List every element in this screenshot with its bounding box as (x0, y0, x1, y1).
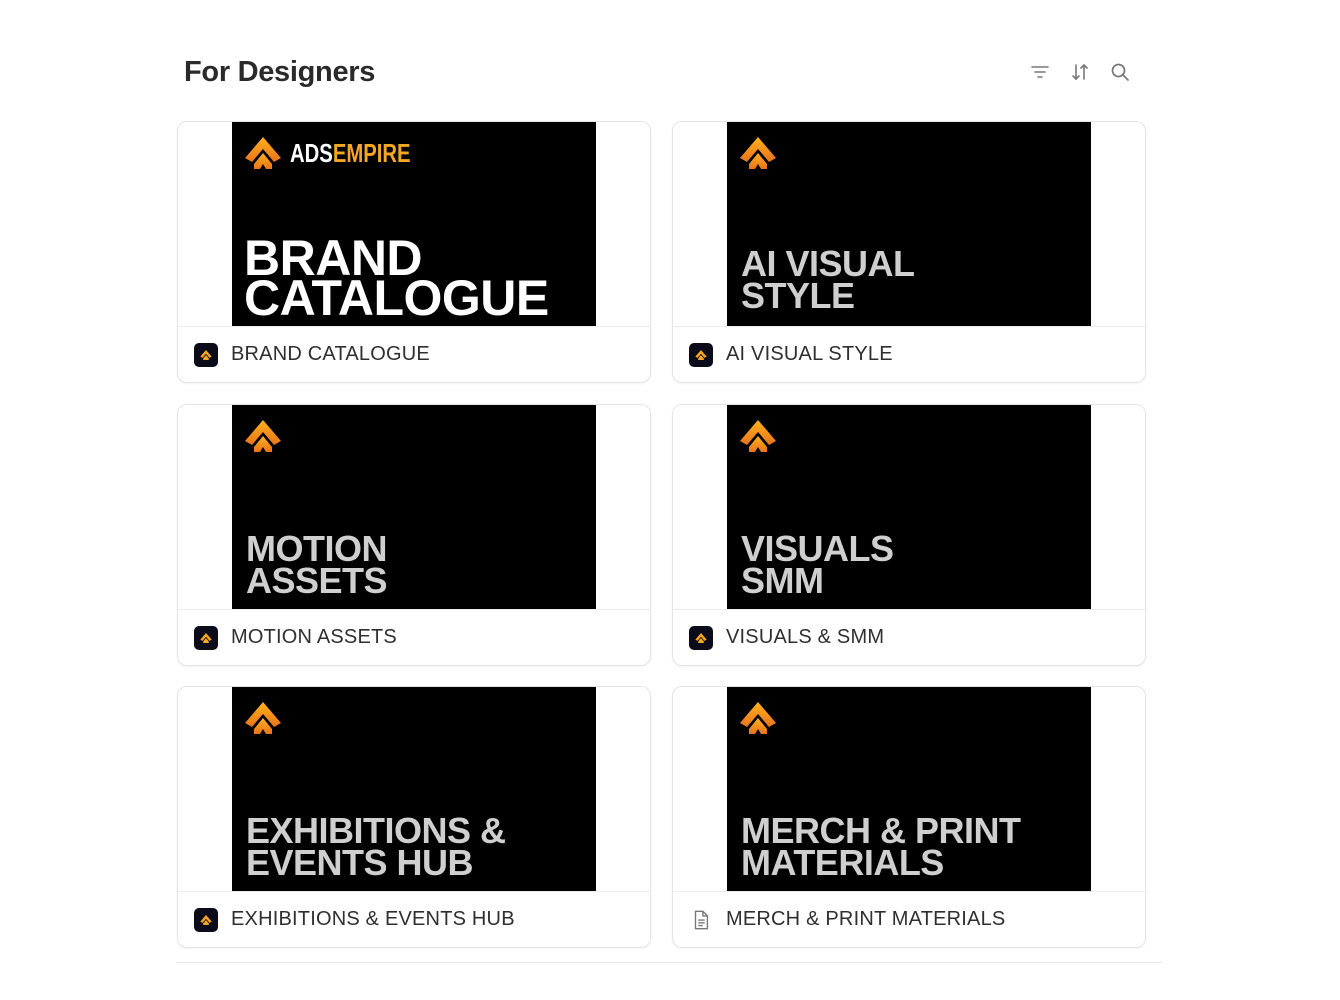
brand-logo-icon (245, 702, 281, 734)
search-icon[interactable] (1110, 60, 1130, 84)
card-title: MERCH & PRINT MATERIALS (726, 908, 1006, 930)
brand-wordmark: ADSEMPIRE (290, 138, 411, 168)
brand-logo-icon (194, 907, 218, 932)
card-cover: MOTION ASSETS (178, 405, 650, 610)
card-footer: MERCH & PRINT MATERIALS (673, 892, 1145, 947)
cover-image: ADSEMPIRE BRAND CATALOGUE (232, 122, 596, 326)
cover-title: VISUALS SMM (741, 528, 894, 601)
card-cover: EXHIBITIONS & EVENTS HUB (178, 687, 650, 892)
card-title: EXHIBITIONS & EVENTS HUB (231, 908, 515, 930)
cover-image: VISUALS SMM (727, 405, 1091, 609)
gallery-card-exhibitions-events-hub[interactable]: EXHIBITIONS & EVENTS HUB EXHIBITIONS & EV… (177, 686, 651, 948)
cover-title: BRAND CATALOGUE (244, 230, 549, 326)
gallery-card-motion-assets[interactable]: MOTION ASSETS MOTION ASSETS (177, 404, 651, 666)
card-title: BRAND CATALOGUE (231, 343, 430, 365)
card-title: MOTION ASSETS (231, 626, 397, 648)
cover-title: MOTION ASSETS (246, 528, 388, 601)
brand-logo-icon (194, 342, 218, 367)
card-cover: MERCH & PRINT MATERIALS (673, 687, 1145, 892)
card-footer: VISUALS & SMM (673, 610, 1145, 665)
card-title: AI VISUAL STYLE (726, 343, 893, 365)
cover-title: EXHIBITIONS & EVENTS HUB (246, 810, 506, 883)
brand-logo-icon (740, 137, 776, 169)
cover-image: AI VISUAL STYLE (727, 122, 1091, 326)
toolbar (1030, 60, 1130, 84)
document-icon (689, 908, 713, 932)
divider (176, 962, 1162, 963)
card-footer: AI VISUAL STYLE (673, 327, 1145, 382)
page-title: For Designers (184, 56, 376, 88)
gallery-card-merch-print-materials[interactable]: MERCH & PRINT MATERIALS MERCH & PRINT MAT… (672, 686, 1146, 948)
brand-logo-icon (245, 420, 281, 452)
gallery-card-ai-visual-style[interactable]: AI VISUAL STYLE AI VISUAL STYLE (672, 121, 1146, 383)
brand-logo-icon (245, 137, 281, 169)
cover-image: MERCH & PRINT MATERIALS (727, 687, 1091, 891)
brand-logo-icon (194, 625, 218, 650)
brand-logo-icon (689, 625, 713, 650)
brand-logo-icon (740, 702, 776, 734)
cover-title: MERCH & PRINT MATERIALS (741, 810, 1021, 883)
card-cover: VISUALS SMM (673, 405, 1145, 610)
card-footer: BRAND CATALOGUE (178, 327, 650, 382)
sort-icon[interactable] (1070, 60, 1090, 84)
cover-image: MOTION ASSETS (232, 405, 596, 609)
brand-logo-icon (740, 420, 776, 452)
brand-logo-icon (689, 342, 713, 367)
filter-icon[interactable] (1030, 60, 1050, 84)
card-cover: AI VISUAL STYLE (673, 122, 1145, 327)
card-title: VISUALS & SMM (726, 626, 885, 648)
card-footer: EXHIBITIONS & EVENTS HUB (178, 892, 650, 947)
gallery-card-brand-catalogue[interactable]: ADSEMPIRE BRAND CATALOGUE BRAND CATALOGUE (177, 121, 651, 383)
card-cover: ADSEMPIRE BRAND CATALOGUE (178, 122, 650, 327)
cover-image: EXHIBITIONS & EVENTS HUB (232, 687, 596, 891)
gallery-card-visuals-smm[interactable]: VISUALS SMM VISUALS & SMM (672, 404, 1146, 666)
card-footer: MOTION ASSETS (178, 610, 650, 665)
cover-title: AI VISUAL STYLE (741, 243, 915, 316)
